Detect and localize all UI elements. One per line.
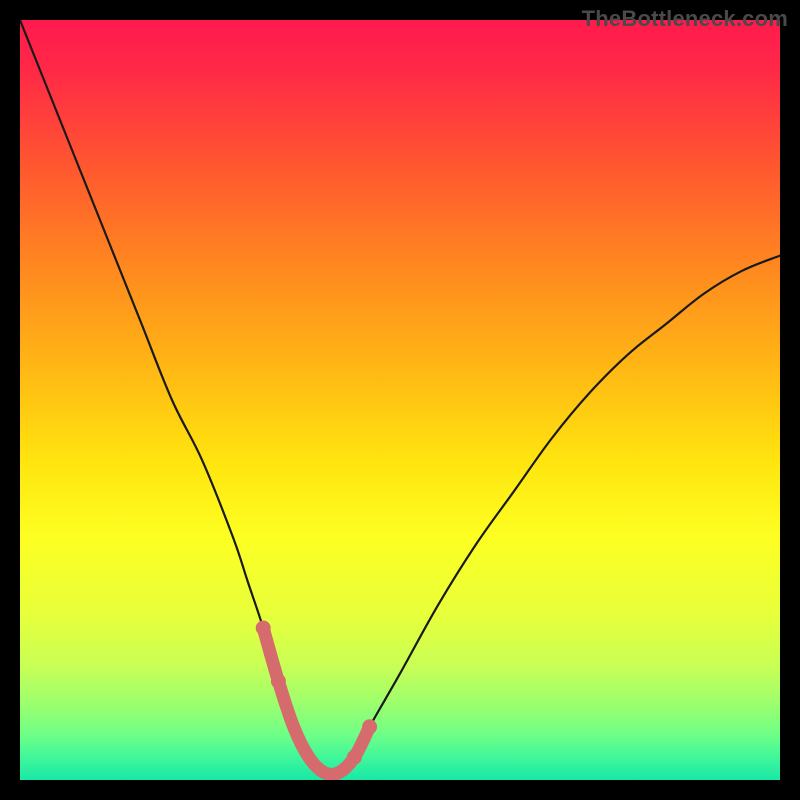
chart-frame: TheBottleneck.com <box>0 0 800 800</box>
gradient-background <box>20 20 780 780</box>
chart-plot <box>20 20 780 780</box>
watermark-text: TheBottleneck.com <box>582 6 788 32</box>
